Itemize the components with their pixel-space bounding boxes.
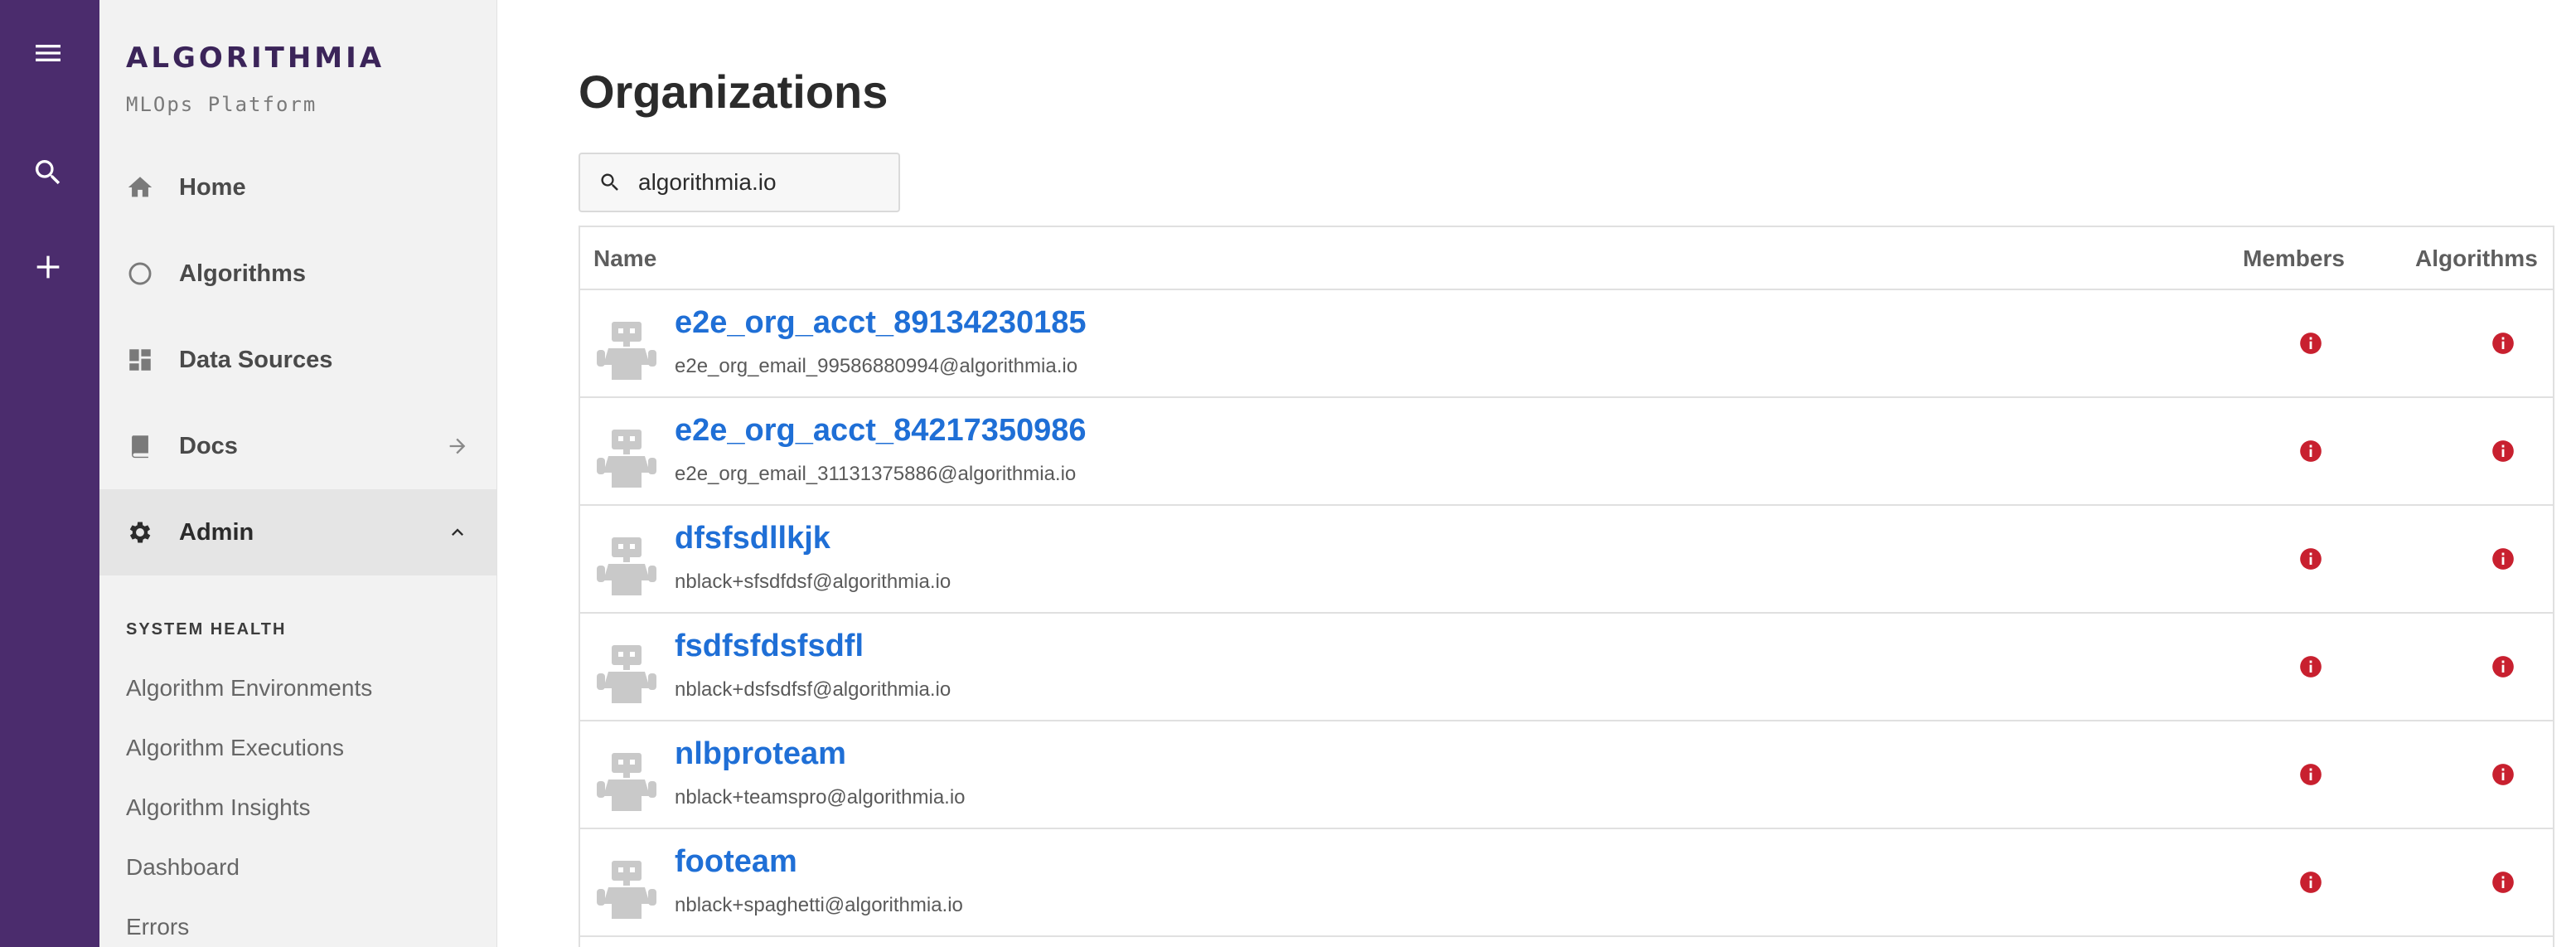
chevron-up-icon xyxy=(452,528,463,536)
org-email: e2e_org_email_31131375886@algorithmia.io xyxy=(675,463,1077,485)
nav-label-home: Home xyxy=(179,173,246,201)
org-email: nblack+spaghetti@algorithmia.io xyxy=(675,894,963,916)
algorithms-error-icon[interactable] xyxy=(2491,332,2515,355)
members-error-icon[interactable] xyxy=(2299,547,2322,571)
circle-icon xyxy=(126,260,154,288)
nav-item-docs[interactable]: Docs xyxy=(99,403,496,489)
org-email: nblack+sfsdfdsf@algorithmia.io xyxy=(675,571,951,593)
sidebar-item-dashboard[interactable]: Dashboard xyxy=(126,854,240,881)
search-button[interactable] xyxy=(22,146,75,199)
sidebar-item-algorithm-insights[interactable]: Algorithm Insights xyxy=(126,794,311,821)
org-name-link[interactable]: fsdfsfdsfsdfl xyxy=(675,629,864,664)
nav-item-algorithms[interactable]: Algorithms xyxy=(99,231,496,317)
nav-label-algorithms: Algorithms xyxy=(179,260,307,287)
nav-label-docs: Docs xyxy=(179,432,238,459)
table-header: Name Members Algorithms xyxy=(580,227,2553,290)
nav-label-data-sources: Data Sources xyxy=(179,346,333,373)
members-error-icon[interactable] xyxy=(2299,655,2322,678)
members-error-icon[interactable] xyxy=(2299,763,2322,786)
table-row[interactable]: fsdfsfdsfsdfl nblack+dsfsdfsf@algorithmia… xyxy=(580,614,2553,721)
members-error-icon[interactable] xyxy=(2299,440,2322,463)
search-icon xyxy=(35,160,61,185)
algorithms-error-icon[interactable] xyxy=(2491,547,2515,571)
org-name-link[interactable]: dfsfsdllkjk xyxy=(675,521,830,556)
algorithms-error-icon[interactable] xyxy=(2491,440,2515,463)
search-icon xyxy=(601,173,618,191)
table-row[interactable]: dfsfsdllkjk nblack+sfsdfdsf@algorithmia.i… xyxy=(580,506,2553,614)
table-row[interactable]: footeam nblack+spaghetti@algorithmia.io xyxy=(580,829,2553,937)
dashboard-icon xyxy=(126,346,154,374)
algorithms-error-icon[interactable] xyxy=(2491,763,2515,786)
robot-avatar-icon xyxy=(593,532,660,599)
brand-logo[interactable]: ALGORITHMIA xyxy=(126,41,385,75)
menu-icon xyxy=(36,45,61,61)
gear-icon xyxy=(126,518,154,546)
column-header-members[interactable]: Members xyxy=(2243,245,2345,272)
book-icon xyxy=(126,432,154,460)
sidebar-item-errors[interactable]: Errors xyxy=(126,914,189,940)
robot-avatar-icon xyxy=(593,748,660,814)
home-icon xyxy=(126,173,154,202)
org-name-link[interactable]: e2e_org_acct_84217350986 xyxy=(675,413,1087,449)
search-input[interactable] xyxy=(638,169,887,196)
menu-button[interactable] xyxy=(22,27,75,80)
robot-avatar-icon xyxy=(593,640,660,707)
sidebar-item-algorithm-executions[interactable]: Algorithm Executions xyxy=(126,735,344,761)
members-error-icon[interactable] xyxy=(2299,871,2322,894)
org-name-link[interactable]: e2e_org_acct_89134230185 xyxy=(675,305,1087,341)
algorithms-error-icon[interactable] xyxy=(2491,655,2515,678)
column-header-name[interactable]: Name xyxy=(593,245,656,272)
nav-item-admin[interactable]: Admin xyxy=(99,489,496,575)
org-name-link[interactable]: nlbproteam xyxy=(675,736,846,772)
nav-item-data-sources[interactable]: Data Sources xyxy=(99,317,496,403)
page-title: Organizations xyxy=(579,66,889,118)
org-email: nblack+dsfsdfsf@algorithmia.io xyxy=(675,678,951,701)
nav-item-home[interactable]: Home xyxy=(99,144,496,231)
org-email: nblack+teamspro@algorithmia.io xyxy=(675,786,966,809)
table-row[interactable]: e2e_org_acct_84217350986 e2e_org_email_31… xyxy=(580,398,2553,506)
robot-avatar-icon xyxy=(593,856,660,922)
robot-avatar-icon xyxy=(593,425,660,491)
brand-tagline: MLOps Platform xyxy=(126,93,317,116)
robot-avatar-icon xyxy=(593,317,660,383)
arrow-right-icon xyxy=(449,438,466,454)
table-body: e2e_org_acct_89134230185 e2e_org_email_99… xyxy=(580,290,2553,937)
table-row[interactable]: e2e_org_acct_89134230185 e2e_org_email_99… xyxy=(580,290,2553,398)
system-health-title: SYSTEM HEALTH xyxy=(126,620,287,639)
plus-icon xyxy=(36,255,60,279)
members-error-icon[interactable] xyxy=(2299,332,2322,355)
sidebar: ALGORITHMIA MLOps Platform Home Algorith… xyxy=(99,0,497,947)
algorithms-error-icon[interactable] xyxy=(2491,871,2515,894)
brand: ALGORITHMIA MLOps Platform xyxy=(126,41,385,116)
org-name-link[interactable]: footeam xyxy=(675,844,797,880)
org-email: e2e_org_email_99586880994@algorithmia.io xyxy=(675,355,1078,377)
create-button[interactable] xyxy=(22,240,75,294)
search-box[interactable] xyxy=(579,153,900,212)
sidebar-item-algorithm-environments[interactable]: Algorithm Environments xyxy=(126,675,372,702)
organizations-table: Name Members Algorithms e2e_org_acct_891… xyxy=(579,226,2554,947)
icon-rail xyxy=(0,0,99,947)
table-row[interactable]: nlbproteam nblack+teamspro@algorithmia.io xyxy=(580,721,2553,829)
column-header-algorithms[interactable]: Algorithms xyxy=(2415,245,2538,272)
nav-label-admin: Admin xyxy=(179,518,254,546)
